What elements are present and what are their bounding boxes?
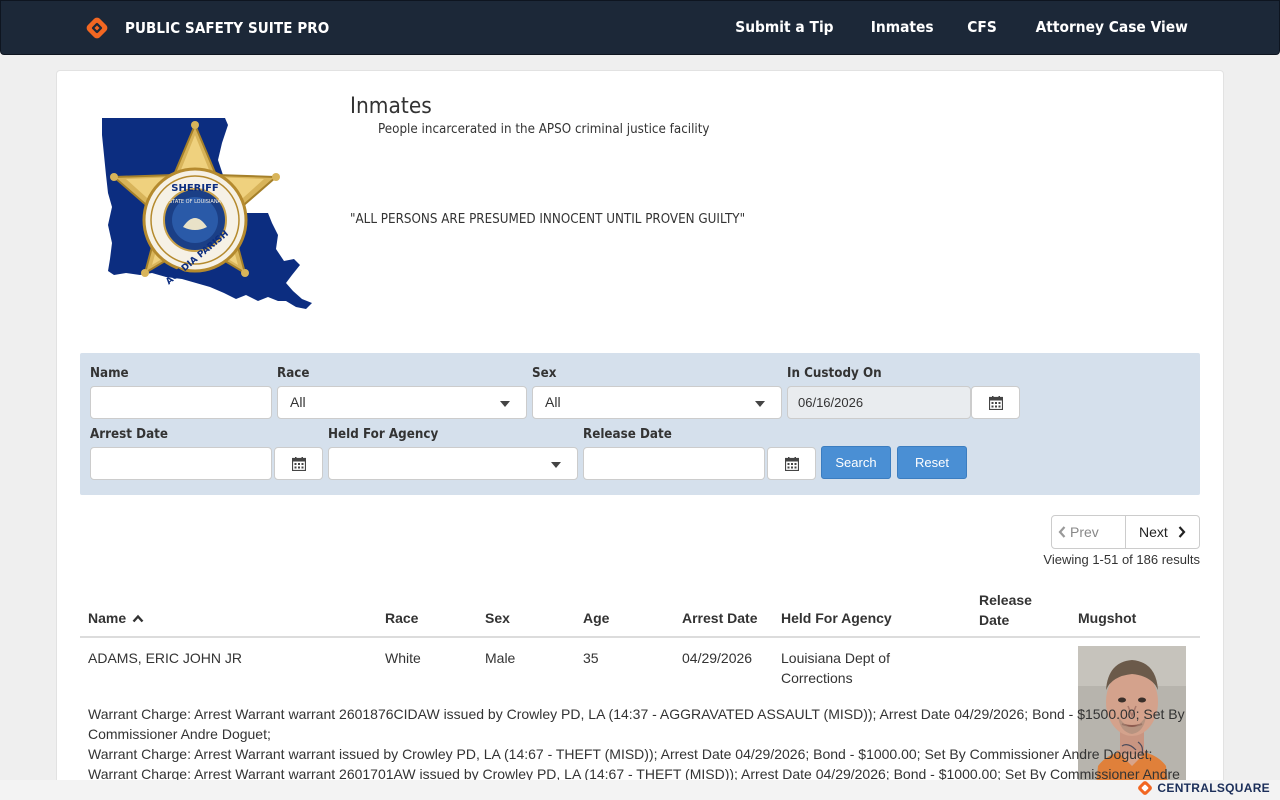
sheriff-seal-logo: SHERIFF ACADIA PARISH STATE OF LOUISIANA <box>102 118 312 309</box>
vendor-logo[interactable]: CENTRALSQUARE <box>1137 780 1270 796</box>
sex-label: Sex <box>532 366 557 381</box>
seal-inner-text: STATE OF LOUISIANA <box>169 199 222 205</box>
col-header-name-label: Name <box>88 610 127 626</box>
in-custody-date-input[interactable]: 06/16/2026 <box>787 386 971 419</box>
prev-label: Prev <box>1070 524 1099 540</box>
charge-item: Warrant Charge: Arrest Warrant warrant 2… <box>88 706 1185 742</box>
vendor-name: CENTRALSQUARE <box>1157 781 1270 795</box>
col-header-arrest-date[interactable]: Arrest Date <box>682 610 757 626</box>
chevron-down-icon <box>755 401 765 407</box>
race-select[interactable]: All <box>277 386 527 419</box>
chevron-down-icon <box>500 401 510 407</box>
agency-line2: Corrections <box>781 670 853 686</box>
calendar-icon <box>785 457 799 471</box>
seal-top-text: SHERIFF <box>171 183 219 194</box>
calendar-icon <box>989 396 1003 410</box>
page-title: Inmates <box>350 94 432 119</box>
release-date-label: Release Date <box>583 427 672 442</box>
inmate-sex: Male <box>485 650 516 666</box>
col-header-release-line1: Release <box>979 592 1032 608</box>
release-date-input[interactable] <box>583 447 765 480</box>
inmate-age: 35 <box>583 650 599 666</box>
inmate-name[interactable]: ADAMS, ERIC JOHN JR <box>88 648 242 668</box>
nav-cfs[interactable]: CFS <box>968 18 997 36</box>
race-select-value: All <box>290 394 306 410</box>
results-count: Viewing 1-51 of 186 results <box>1043 552 1200 567</box>
next-label: Next <box>1139 524 1168 540</box>
col-header-held-for-agency[interactable]: Held For Agency <box>781 610 892 626</box>
search-button[interactable]: Search <box>821 446 891 479</box>
arrest-date-calendar-button[interactable] <box>274 447 323 480</box>
name-label: Name <box>90 366 129 381</box>
inmate-race: White <box>385 650 421 666</box>
col-header-mugshot: Mugshot <box>1078 610 1137 626</box>
inmate-arrest-date: 04/29/2026 <box>682 650 753 666</box>
inmate-held-for-agency: Louisiana Dept of Corrections <box>781 648 890 688</box>
chevron-down-icon <box>551 462 561 468</box>
presumed-innocent-notice: "ALL PERSONS ARE PRESUMED INNOCENT UNTIL… <box>350 212 746 227</box>
pagination: Prev Next <box>1051 515 1200 549</box>
held-for-agency-label: Held For Agency <box>328 427 439 442</box>
col-header-age[interactable]: Age <box>583 610 609 626</box>
brand[interactable]: PUBLIC SAFETY SUITE PRO <box>85 16 352 40</box>
release-date-calendar-button[interactable] <box>767 447 816 480</box>
prev-page-button[interactable]: Prev <box>1052 516 1126 548</box>
arrest-date-label: Arrest Date <box>90 427 168 442</box>
col-header-name[interactable]: Name <box>88 610 144 626</box>
race-label: Race <box>277 366 310 381</box>
calendar-icon <box>292 457 306 471</box>
footer-bar <box>0 780 1280 800</box>
centralsquare-logo-icon <box>1138 781 1153 795</box>
nav-inmates[interactable]: Inmates <box>871 18 934 36</box>
top-navbar: PUBLIC SAFETY SUITE PRO Submit a Tip Inm… <box>0 0 1280 55</box>
charges-list: Warrant Charge: Arrest Warrant warrant 2… <box>88 704 1188 784</box>
col-header-sex[interactable]: Sex <box>485 610 510 626</box>
arrest-date-input[interactable] <box>90 447 272 480</box>
sex-select-value: All <box>545 394 561 410</box>
col-header-release-line2: Date <box>979 612 1010 628</box>
in-custody-label: In Custody On <box>787 366 882 381</box>
in-custody-calendar-button[interactable] <box>971 386 1020 419</box>
brand-name: PUBLIC SAFETY SUITE PRO <box>125 19 330 37</box>
sex-select[interactable]: All <box>532 386 782 419</box>
chevron-left-icon <box>1058 526 1066 538</box>
sort-ascending-icon <box>132 614 144 623</box>
brand-logo-icon <box>86 17 108 39</box>
table-header-divider <box>80 636 1200 638</box>
nav-links: Submit a Tip Inmates CFS Attorney Case V… <box>701 18 1194 36</box>
held-for-agency-select[interactable] <box>328 447 578 480</box>
page-subtitle: People incarcerated in the APSO criminal… <box>378 122 710 137</box>
nav-submit-tip[interactable]: Submit a Tip <box>736 18 834 36</box>
charge-item: Warrant Charge: Arrest Warrant warrant i… <box>88 746 1153 762</box>
chevron-right-icon <box>1178 526 1186 538</box>
name-input[interactable] <box>90 386 272 419</box>
agency-line1: Louisiana Dept of <box>781 650 890 666</box>
reset-button[interactable]: Reset <box>897 446 967 479</box>
next-page-button[interactable]: Next <box>1127 516 1199 548</box>
col-header-release-date[interactable]: Release Date <box>979 590 1032 630</box>
nav-attorney-case-view[interactable]: Attorney Case View <box>1035 18 1187 36</box>
col-header-race[interactable]: Race <box>385 610 418 626</box>
